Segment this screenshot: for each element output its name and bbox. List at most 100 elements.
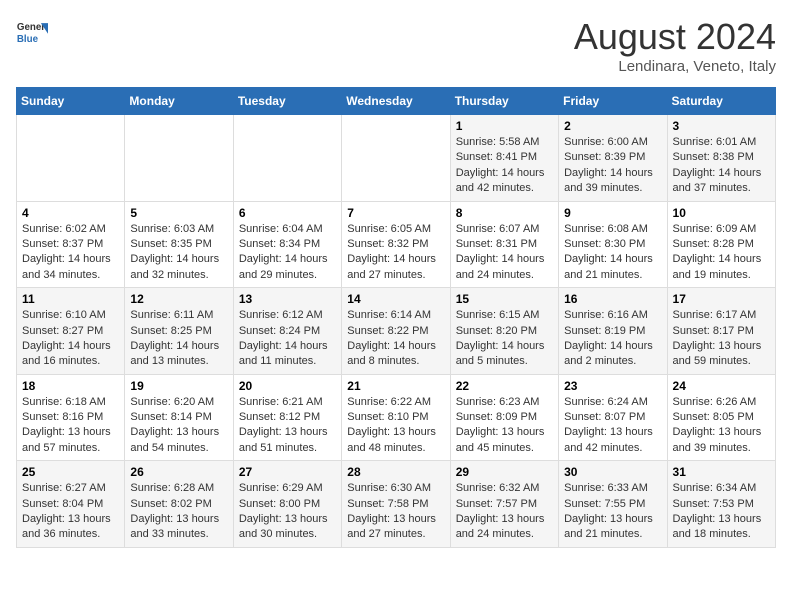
header-saturday: Saturday [667,88,775,115]
day-number: 4 [22,206,119,220]
location: Lendinara, Veneto, Italy [574,58,776,75]
day-info: Sunrise: 6:11 AM Sunset: 8:25 PM Dayligh… [130,308,227,370]
day-number: 7 [347,206,444,220]
day-info: Sunrise: 6:30 AM Sunset: 7:58 PM Dayligh… [347,481,444,543]
day-info: Sunrise: 6:23 AM Sunset: 8:09 PM Dayligh… [456,395,553,457]
day-number: 14 [347,292,444,306]
day-number: 22 [456,379,553,393]
day-info: Sunrise: 6:18 AM Sunset: 8:16 PM Dayligh… [22,395,119,457]
day-info: Sunrise: 6:04 AM Sunset: 8:34 PM Dayligh… [239,222,336,284]
day-number: 25 [22,465,119,479]
day-cell: 13 Sunrise: 6:12 AM Sunset: 8:24 PM Dayli… [233,288,341,375]
day-cell: 8 Sunrise: 6:07 AM Sunset: 8:31 PM Daylig… [450,201,558,288]
day-cell: 24 Sunrise: 6:26 AM Sunset: 8:05 PM Dayli… [667,374,775,461]
day-info: Sunrise: 6:26 AM Sunset: 8:05 PM Dayligh… [673,395,770,457]
day-info: Sunrise: 6:02 AM Sunset: 8:37 PM Dayligh… [22,222,119,284]
week-row-1: 1Sunrise: 5:58 AM Sunset: 8:41 PM Daylig… [17,115,776,202]
day-number: 12 [130,292,227,306]
header-tuesday: Tuesday [233,88,341,115]
week-row-4: 18 Sunrise: 6:18 AM Sunset: 8:16 PM Dayli… [17,374,776,461]
day-number: 8 [456,206,553,220]
day-info: Sunrise: 6:15 AM Sunset: 8:20 PM Dayligh… [456,308,553,370]
day-cell: 22 Sunrise: 6:23 AM Sunset: 8:09 PM Dayli… [450,374,558,461]
day-number: 11 [22,292,119,306]
day-number: 16 [564,292,661,306]
header-wednesday: Wednesday [342,88,450,115]
day-cell: 16 Sunrise: 6:16 AM Sunset: 8:19 PM Dayli… [559,288,667,375]
day-number: 26 [130,465,227,479]
day-info: Sunrise: 6:01 AM Sunset: 8:38 PM Dayligh… [673,135,770,197]
day-number: 13 [239,292,336,306]
day-info: Sunrise: 6:03 AM Sunset: 8:35 PM Dayligh… [130,222,227,284]
day-cell [17,115,125,202]
day-cell [342,115,450,202]
week-row-3: 11Sunrise: 6:10 AM Sunset: 8:27 PM Dayli… [17,288,776,375]
day-cell: 29Sunrise: 6:32 AM Sunset: 7:57 PM Dayli… [450,461,558,548]
header-sunday: Sunday [17,88,125,115]
calendar-table: SundayMondayTuesdayWednesdayThursdayFrid… [16,87,776,548]
day-number: 31 [673,465,770,479]
day-cell: 21 Sunrise: 6:22 AM Sunset: 8:10 PM Dayli… [342,374,450,461]
day-info: Sunrise: 6:24 AM Sunset: 8:07 PM Dayligh… [564,395,661,457]
day-cell: 11Sunrise: 6:10 AM Sunset: 8:27 PM Dayli… [17,288,125,375]
day-cell: 30 Sunrise: 6:33 AM Sunset: 7:55 PM Dayli… [559,461,667,548]
day-cell: 17 Sunrise: 6:17 AM Sunset: 8:17 PM Dayli… [667,288,775,375]
day-info: Sunrise: 6:16 AM Sunset: 8:19 PM Dayligh… [564,308,661,370]
day-number: 30 [564,465,661,479]
day-cell: 14 Sunrise: 6:14 AM Sunset: 8:22 PM Dayli… [342,288,450,375]
day-cell [233,115,341,202]
day-info: Sunrise: 6:05 AM Sunset: 8:32 PM Dayligh… [347,222,444,284]
day-number: 21 [347,379,444,393]
day-number: 1 [456,119,553,133]
day-number: 17 [673,292,770,306]
day-number: 23 [564,379,661,393]
day-info: Sunrise: 6:17 AM Sunset: 8:17 PM Dayligh… [673,308,770,370]
day-info: Sunrise: 6:29 AM Sunset: 8:00 PM Dayligh… [239,481,336,543]
svg-text:Blue: Blue [17,34,39,45]
day-number: 15 [456,292,553,306]
day-cell: 31Sunrise: 6:34 AM Sunset: 7:53 PM Dayli… [667,461,775,548]
day-info: Sunrise: 6:09 AM Sunset: 8:28 PM Dayligh… [673,222,770,284]
day-number: 24 [673,379,770,393]
day-number: 28 [347,465,444,479]
week-row-5: 25Sunrise: 6:27 AM Sunset: 8:04 PM Dayli… [17,461,776,548]
day-number: 20 [239,379,336,393]
title-block: August 2024 Lendinara, Veneto, Italy [574,16,776,75]
day-cell: 3 Sunrise: 6:01 AM Sunset: 8:38 PM Daylig… [667,115,775,202]
day-number: 3 [673,119,770,133]
logo: General Blue [16,16,48,48]
day-cell: 7 Sunrise: 6:05 AM Sunset: 8:32 PM Daylig… [342,201,450,288]
day-cell: 2Sunrise: 6:00 AM Sunset: 8:39 PM Daylig… [559,115,667,202]
day-info: Sunrise: 6:12 AM Sunset: 8:24 PM Dayligh… [239,308,336,370]
header-monday: Monday [125,88,233,115]
day-cell: 18 Sunrise: 6:18 AM Sunset: 8:16 PM Dayli… [17,374,125,461]
day-info: Sunrise: 6:20 AM Sunset: 8:14 PM Dayligh… [130,395,227,457]
day-cell: 1Sunrise: 5:58 AM Sunset: 8:41 PM Daylig… [450,115,558,202]
day-cell: 6 Sunrise: 6:04 AM Sunset: 8:34 PM Daylig… [233,201,341,288]
day-number: 2 [564,119,661,133]
day-info: Sunrise: 6:33 AM Sunset: 7:55 PM Dayligh… [564,481,661,543]
day-info: Sunrise: 6:14 AM Sunset: 8:22 PM Dayligh… [347,308,444,370]
day-info: Sunrise: 6:07 AM Sunset: 8:31 PM Dayligh… [456,222,553,284]
day-cell: 19 Sunrise: 6:20 AM Sunset: 8:14 PM Dayli… [125,374,233,461]
day-cell: 23 Sunrise: 6:24 AM Sunset: 8:07 PM Dayli… [559,374,667,461]
week-row-2: 4 Sunrise: 6:02 AM Sunset: 8:37 PM Daylig… [17,201,776,288]
calendar-header-row: SundayMondayTuesdayWednesdayThursdayFrid… [17,88,776,115]
day-info: Sunrise: 6:21 AM Sunset: 8:12 PM Dayligh… [239,395,336,457]
day-cell: 9Sunrise: 6:08 AM Sunset: 8:30 PM Daylig… [559,201,667,288]
day-number: 19 [130,379,227,393]
header-friday: Friday [559,88,667,115]
page-header: General Blue August 2024 Lendinara, Vene… [16,16,776,75]
day-number: 9 [564,206,661,220]
day-cell: 28 Sunrise: 6:30 AM Sunset: 7:58 PM Dayli… [342,461,450,548]
day-number: 10 [673,206,770,220]
day-cell: 4 Sunrise: 6:02 AM Sunset: 8:37 PM Daylig… [17,201,125,288]
day-number: 5 [130,206,227,220]
day-number: 6 [239,206,336,220]
day-cell: 26Sunrise: 6:28 AM Sunset: 8:02 PM Dayli… [125,461,233,548]
day-info: Sunrise: 6:22 AM Sunset: 8:10 PM Dayligh… [347,395,444,457]
day-number: 18 [22,379,119,393]
day-cell: 10 Sunrise: 6:09 AM Sunset: 8:28 PM Dayli… [667,201,775,288]
day-cell: 15 Sunrise: 6:15 AM Sunset: 8:20 PM Dayli… [450,288,558,375]
day-info: Sunrise: 6:32 AM Sunset: 7:57 PM Dayligh… [456,481,553,543]
